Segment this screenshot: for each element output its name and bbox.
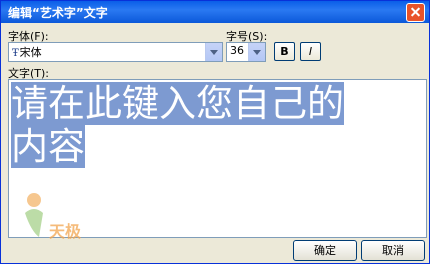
edit-wordart-dialog: 编辑“艺术字”文字 字体(F): Ŧ宋体 字号(S): 36 B I 文字(T)…: [0, 0, 430, 264]
dialog-title: 编辑“艺术字”文字: [8, 6, 108, 20]
italic-button[interactable]: I: [300, 42, 321, 61]
truetype-font-icon: Ŧ: [12, 48, 19, 59]
cancel-button[interactable]: 取消: [361, 240, 425, 261]
font-combobox[interactable]: Ŧ宋体: [8, 42, 223, 62]
font-value: 宋体: [19, 46, 42, 59]
title-bar[interactable]: 编辑“艺术字”文字: [1, 1, 429, 23]
chevron-down-icon[interactable]: [248, 43, 265, 61]
chevron-down-icon[interactable]: [205, 43, 222, 61]
size-value: 36: [230, 44, 244, 57]
watermark-logo: [25, 193, 43, 237]
watermark-text: 天极: [49, 222, 82, 241]
selected-text-line-1: 请在此键入您自己的: [11, 82, 344, 125]
selected-text-line-2: 内容: [11, 125, 85, 168]
bold-button[interactable]: B: [274, 42, 295, 61]
text-input[interactable]: 请在此键入您自己的 内容: [8, 79, 427, 238]
close-icon[interactable]: [406, 3, 425, 22]
ok-button[interactable]: 确定: [293, 240, 357, 261]
size-combobox[interactable]: 36: [226, 42, 266, 62]
